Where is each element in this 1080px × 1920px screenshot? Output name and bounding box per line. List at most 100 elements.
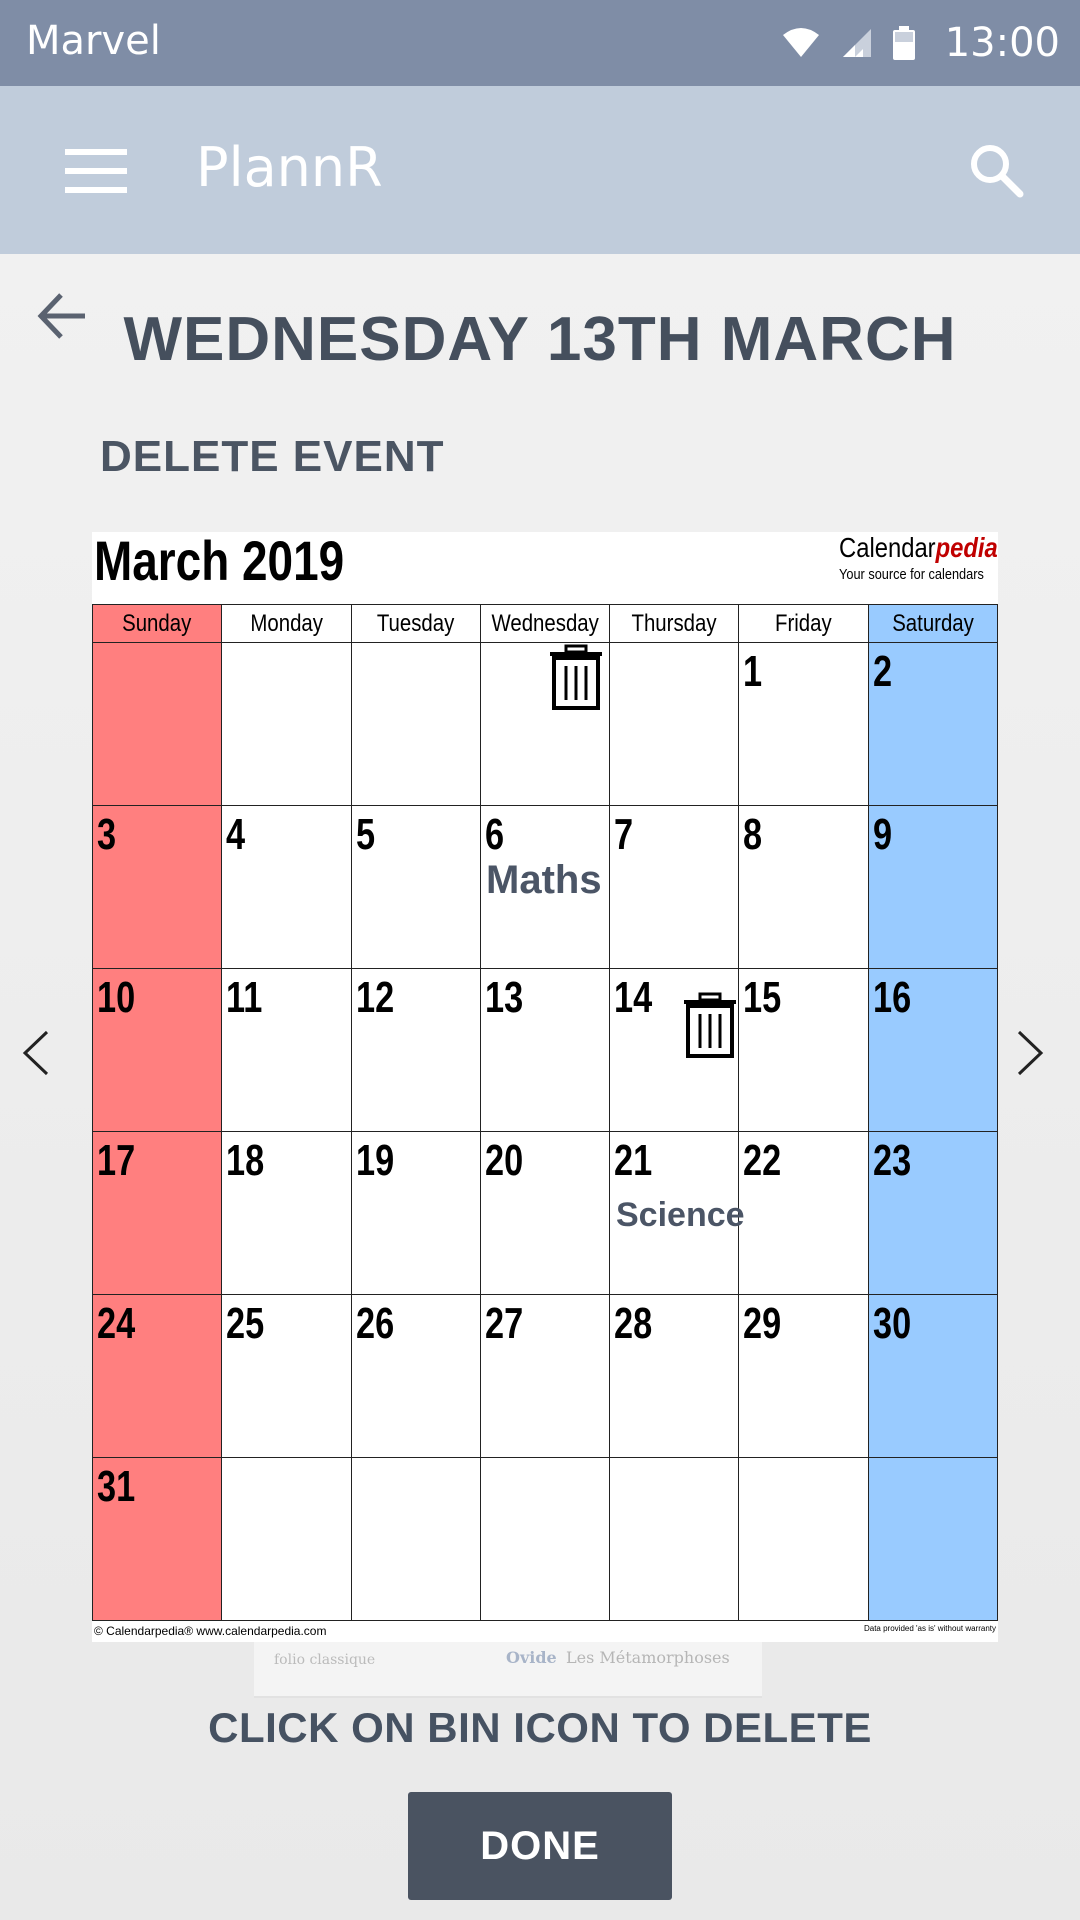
day-number: 13: [484, 973, 524, 1022]
calendar-day-cell[interactable]: 23: [867, 1131, 999, 1295]
calendar-day-cell[interactable]: [221, 1457, 352, 1621]
day-number: 3: [97, 810, 117, 859]
day-number: 22: [743, 1136, 782, 1185]
calendar-grid: Sunday Monday Tuesday Wednesday Thursday…: [91, 604, 999, 1621]
calendar-image: March 2019 Calendarpedia Your source for…: [91, 529, 999, 1642]
calendar-day-cell[interactable]: 20: [479, 1131, 611, 1295]
weekday-header: Tuesday: [350, 604, 481, 643]
day-number: 20: [484, 1136, 524, 1185]
book-publisher: folio classique: [274, 1652, 376, 1668]
calendar-day-cell[interactable]: 15: [738, 968, 869, 1132]
book-author: Ovide: [506, 1648, 557, 1667]
calendar-day-cell[interactable]: 13: [479, 968, 611, 1132]
day-number: 23: [872, 1136, 911, 1185]
page-title: WEDNESDAY 13TH MARCH: [123, 305, 957, 374]
calendar-day-cell[interactable]: 28: [609, 1294, 740, 1458]
calendar-day-cell[interactable]: [350, 1457, 481, 1621]
weekday-header: Thursday: [609, 604, 740, 643]
calendar-day-cell[interactable]: [91, 642, 223, 806]
next-month-button[interactable]: [1000, 1013, 1060, 1093]
delete-science-bin-button[interactable]: [682, 992, 738, 1058]
day-number: 29: [743, 1299, 782, 1348]
book-title: Les Métamorphoses: [566, 1648, 730, 1667]
status-bar: Marvel 13:00: [0, 0, 1080, 86]
calendar-day-cell[interactable]: 11: [221, 968, 352, 1132]
day-number: 2: [872, 647, 892, 696]
day-number: 30: [872, 1299, 911, 1348]
calendar-day-cell[interactable]: 26: [350, 1294, 481, 1458]
calendar-week-row: 24 25 26 27 28 29 30: [91, 1294, 999, 1458]
day-number: 21: [614, 1136, 653, 1185]
delete-maths-bin-button[interactable]: [548, 644, 604, 710]
calendar-day-cell[interactable]: 5: [350, 805, 481, 969]
calendar-day-cell[interactable]: 8: [738, 805, 869, 969]
calendar-day-cell[interactable]: [609, 642, 740, 806]
calendar-week-row: 17 18 19 20 21 22 23: [91, 1131, 999, 1295]
chevron-right-icon: [1017, 1030, 1044, 1076]
calendar-day-cell[interactable]: 4: [221, 805, 352, 969]
day-number: 14: [614, 973, 653, 1022]
calendar-day-cell[interactable]: [350, 642, 481, 806]
calendar-week-row: 12: [91, 642, 999, 806]
calendar-day-cell[interactable]: [479, 1457, 611, 1621]
calendar-day-cell[interactable]: 9: [867, 805, 999, 969]
cell-signal-icon: [842, 29, 871, 57]
calendar-day-cell[interactable]: 25: [221, 1294, 352, 1458]
menu-button[interactable]: [54, 136, 138, 206]
calendar-day-cell[interactable]: [867, 1457, 999, 1621]
calendar-day-cell[interactable]: 7: [609, 805, 740, 969]
day-number: 25: [226, 1299, 265, 1348]
day-number: 24: [97, 1299, 136, 1348]
done-button[interactable]: DONE: [408, 1792, 672, 1900]
calendar-day-cell[interactable]: 2: [867, 642, 999, 806]
calendar-day-cell[interactable]: 12: [350, 968, 481, 1132]
calendar-day-cell[interactable]: 19: [350, 1131, 481, 1295]
brand-tagline: Your source for calendars: [839, 566, 985, 583]
calendar-day-cell[interactable]: 30: [867, 1294, 999, 1458]
calendar-header: March 2019 Calendarpedia Your source for…: [92, 529, 998, 604]
calendar-day-cell[interactable]: 22: [738, 1131, 869, 1295]
event-label-maths: Maths: [486, 858, 602, 902]
hamburger-menu-icon: [65, 149, 127, 193]
previous-month-button[interactable]: [6, 1013, 66, 1093]
calendar-week-row: 10 11 12 13 14 15 16: [91, 968, 999, 1132]
day-number: 7: [614, 810, 634, 859]
day-number: 11: [226, 973, 263, 1022]
day-number: 15: [743, 973, 782, 1022]
calendar-day-cell[interactable]: 1: [738, 642, 869, 806]
calendar-brand-logo: Calendarpedia Your source for calendars: [811, 532, 998, 583]
day-number: 18: [226, 1136, 265, 1185]
calendar-day-cell[interactable]: [609, 1457, 740, 1621]
calendar-day-cell[interactable]: 10: [91, 968, 223, 1132]
trash-bin-icon: [684, 992, 736, 1058]
wifi-icon: [782, 28, 819, 57]
chevron-left-icon: [22, 1030, 49, 1076]
weekday-header: Wednesday: [479, 604, 611, 643]
calendar-day-cell[interactable]: 18: [221, 1131, 352, 1295]
search-button[interactable]: [956, 130, 1036, 210]
calendar-day-cell[interactable]: 24: [91, 1294, 223, 1458]
calendar-day-cell[interactable]: [738, 1457, 869, 1621]
calendar-day-cell[interactable]: [221, 642, 352, 806]
weekday-header-row: Sunday Monday Tuesday Wednesday Thursday…: [91, 604, 999, 643]
weekday-header: Friday: [738, 604, 869, 643]
status-time: 13:00: [944, 20, 1060, 66]
status-icons: 13:00: [781, 14, 1060, 72]
calendar-day-cell[interactable]: 29: [738, 1294, 869, 1458]
day-number: 28: [614, 1299, 653, 1348]
day-number: 19: [355, 1136, 394, 1185]
calendar-day-cell[interactable]: 16: [867, 968, 999, 1132]
battery-icon: [892, 26, 915, 60]
day-number: 9: [872, 810, 892, 859]
day-number: 26: [355, 1299, 394, 1348]
day-number: 12: [355, 973, 394, 1022]
calendar-day-cell[interactable]: 3: [91, 805, 223, 969]
calendar-day-cell[interactable]: 31: [91, 1457, 223, 1621]
book-image: folio classique Ovide Les Métamorphoses: [254, 1642, 762, 1698]
calendar-day-cell[interactable]: 17: [91, 1131, 223, 1295]
status-app-name: Marvel: [26, 18, 161, 64]
weekday-header: Saturday: [867, 604, 999, 643]
event-label-science: Science: [616, 1196, 745, 1234]
calendar-day-cell[interactable]: 27: [479, 1294, 611, 1458]
day-number: 17: [97, 1136, 136, 1185]
